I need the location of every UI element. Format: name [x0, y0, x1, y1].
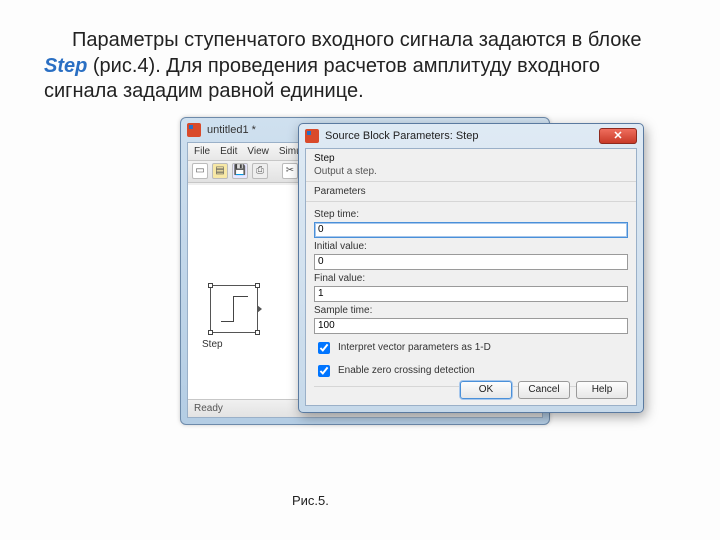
interpret-vector-checkbox[interactable]	[318, 342, 330, 354]
final-value-label: Final value:	[314, 273, 628, 284]
initial-value-label: Initial value:	[314, 241, 628, 252]
field-final-value: Final value:	[314, 273, 628, 302]
description-paragraph: Параметры ступенчатого входного сигнала …	[0, 0, 720, 117]
resize-handle-icon[interactable]	[208, 283, 213, 288]
zero-crossing-checkbox[interactable]	[318, 365, 330, 377]
menu-file[interactable]: File	[194, 146, 210, 157]
dialog-body: Step Output a step. Parameters Step time…	[305, 148, 637, 406]
dialog-button-row: OK Cancel Help	[460, 381, 628, 399]
cancel-button[interactable]: Cancel	[518, 381, 570, 399]
zero-crossing-label: Enable zero crossing detection	[338, 365, 475, 376]
field-initial-value: Initial value:	[314, 241, 628, 270]
checkbox-interpret-vector[interactable]: Interpret vector parameters as 1-D	[314, 339, 628, 357]
parameters-header: Parameters	[306, 182, 636, 202]
dialog-section-header: Step Output a step.	[306, 149, 636, 182]
parameters-label: Parameters	[314, 186, 366, 197]
desc-step-word: Step	[44, 55, 87, 77]
app-icon	[187, 123, 201, 137]
open-icon[interactable]: ▤	[212, 163, 228, 179]
ok-button[interactable]: OK	[460, 381, 512, 399]
dialog-close-button[interactable]: ✕	[599, 128, 637, 144]
output-port-icon[interactable]	[257, 305, 262, 313]
field-step-time: Step time:	[314, 209, 628, 238]
final-value-input[interactable]	[314, 286, 628, 302]
section-title: Step	[314, 153, 628, 164]
interpret-vector-label: Interpret vector parameters as 1-D	[338, 342, 491, 353]
dialog-title: Source Block Parameters: Step	[325, 130, 478, 142]
figure-caption: Рис.5.	[292, 494, 352, 509]
checkbox-zero-crossing[interactable]: Enable zero crossing detection	[314, 362, 628, 380]
field-sample-time: Sample time:	[314, 305, 628, 334]
new-icon[interactable]: ▭	[192, 163, 208, 179]
dialog-titlebar[interactable]: Source Block Parameters: Step ✕	[299, 124, 643, 148]
menu-edit[interactable]: Edit	[220, 146, 237, 157]
initial-value-input[interactable]	[314, 254, 628, 270]
section-subtitle: Output a step.	[314, 166, 628, 177]
step-block-label: Step	[202, 339, 223, 350]
desc-prefix: Параметры ступенчатого входного сигнала …	[72, 29, 642, 51]
menu-view[interactable]: View	[247, 146, 269, 157]
dialog-app-icon	[305, 129, 319, 143]
resize-handle-icon[interactable]	[255, 330, 260, 335]
status-text: Ready	[194, 403, 223, 414]
block-parameters-dialog: Source Block Parameters: Step ✕ Step Out…	[298, 123, 644, 413]
window-title: untitled1 *	[207, 124, 256, 136]
save-icon[interactable]: 💾	[232, 163, 248, 179]
resize-handle-icon[interactable]	[208, 330, 213, 335]
step-time-label: Step time:	[314, 209, 628, 220]
step-block[interactable]	[210, 285, 258, 333]
help-button[interactable]: Help	[576, 381, 628, 399]
print-icon[interactable]: ⎙	[252, 163, 268, 179]
sample-time-label: Sample time:	[314, 305, 628, 316]
figure-area: untitled1 * — ▫ × File Edit View Simulat…	[180, 117, 648, 425]
desc-suffix: (рис.4). Для проведения расчетов амплиту…	[44, 55, 600, 103]
resize-handle-icon[interactable]	[255, 283, 260, 288]
cut-icon[interactable]: ✂	[282, 163, 298, 179]
step-time-input[interactable]	[314, 222, 628, 238]
sample-time-input[interactable]	[314, 318, 628, 334]
